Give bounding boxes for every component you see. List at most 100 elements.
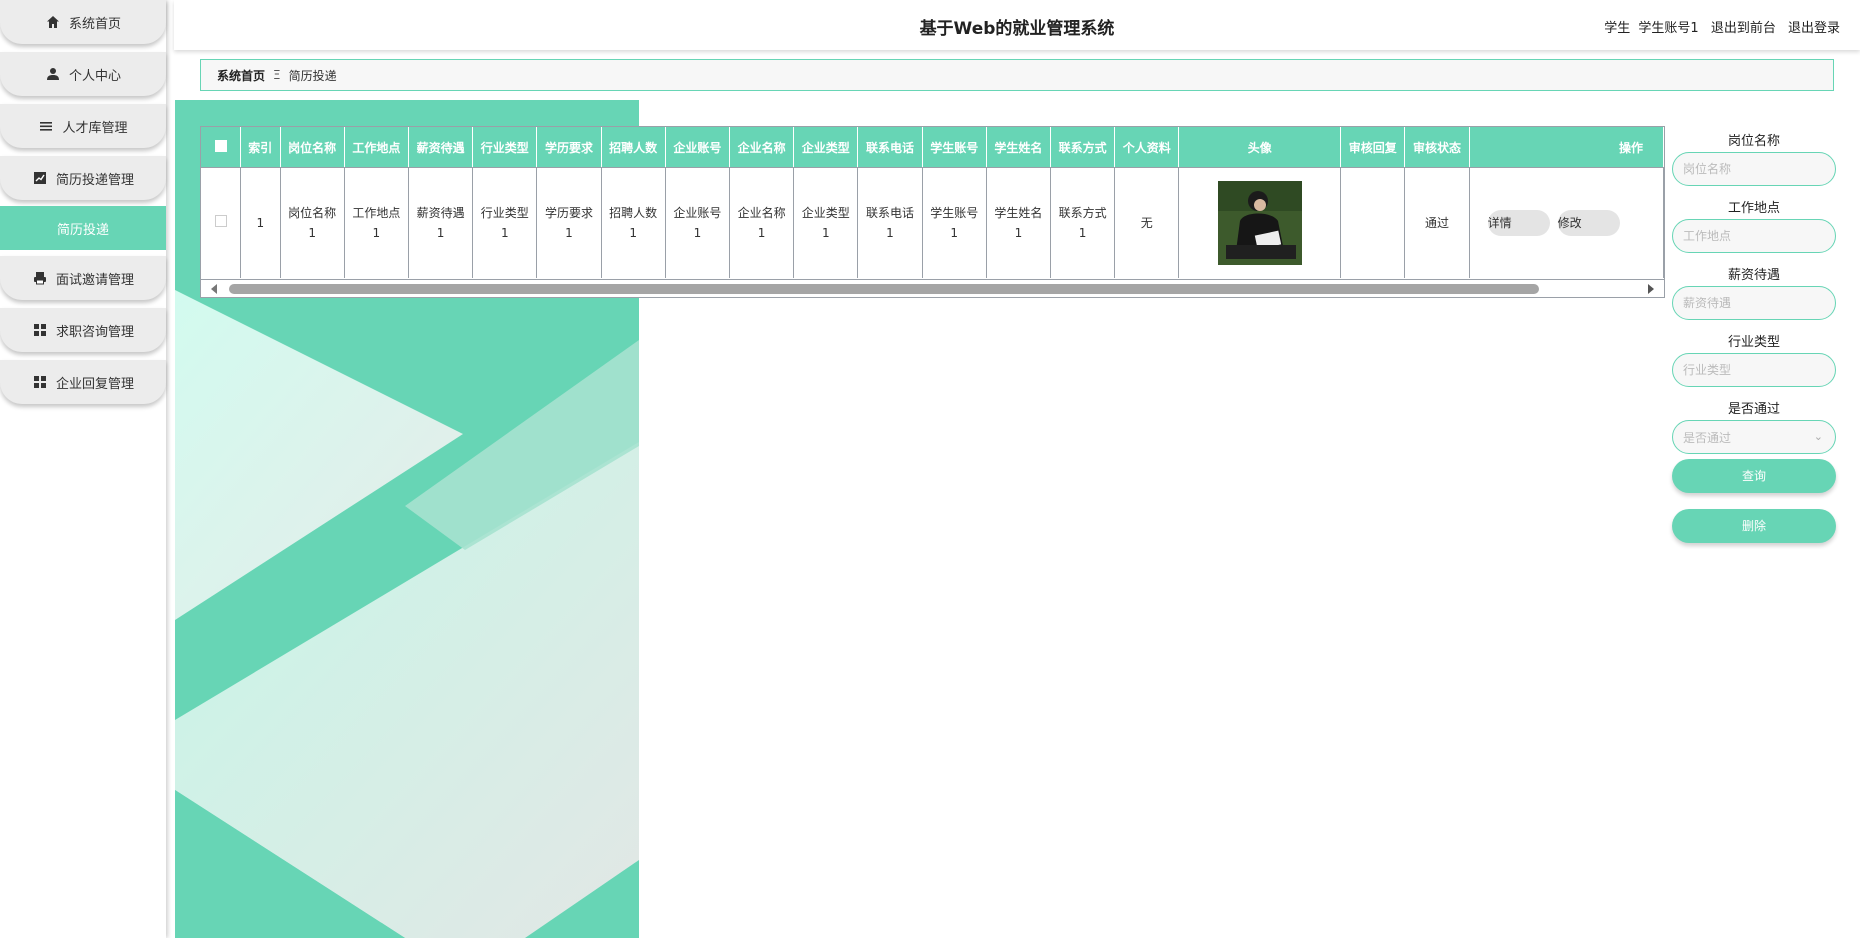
home-icon xyxy=(45,14,61,30)
resume-table: 索引 岗位名称 工作地点 薪资待遇 行业类型 学历要求 招聘人数 企业账号 企业… xyxy=(200,126,1665,298)
location-input[interactable] xyxy=(1672,219,1836,253)
cell-index: 1 xyxy=(240,167,281,278)
column-header: 审核状态 xyxy=(1404,127,1470,168)
column-header: 招聘人数 xyxy=(601,127,666,168)
delete-button[interactable]: 删除 xyxy=(1672,509,1836,543)
user-icon xyxy=(45,66,61,82)
grid-icon xyxy=(32,374,48,390)
industry-input[interactable] xyxy=(1672,353,1836,387)
breadcrumb-current: 简历投递 xyxy=(288,68,337,83)
breadcrumb-separator: Ξ xyxy=(273,68,281,82)
horizontal-scrollbar[interactable] xyxy=(201,279,1664,297)
passed-select-placeholder: 是否通过 xyxy=(1683,430,1732,445)
chevron-down-icon: ⌄ xyxy=(1813,430,1823,443)
search-panel: 岗位名称 工作地点 薪资待遇 行业类型 是否通过 是否通过 ⌄ 查询 删除 xyxy=(1672,132,1836,543)
sidebar-item-label: 人才库管理 xyxy=(62,120,128,136)
query-button[interactable]: 查询 xyxy=(1672,459,1836,493)
sidebar-item-label: 面试邀请管理 xyxy=(55,272,134,288)
cell-actions: 详情 修改 xyxy=(1469,167,1664,278)
cell-review-status: 通过 xyxy=(1404,167,1470,278)
scroll-right-icon[interactable] xyxy=(1648,284,1654,294)
header-select-all[interactable] xyxy=(201,127,242,168)
sidebar-item-label: 企业回复管理 xyxy=(55,376,134,392)
cell-location: 工作地点 1 xyxy=(344,167,409,278)
column-header: 岗位名称 xyxy=(280,127,345,168)
column-header: 学生姓名 xyxy=(986,127,1052,168)
breadcrumb: 系统首页 Ξ 简历投递 xyxy=(200,59,1834,91)
grid-icon xyxy=(32,322,48,338)
cell-avatar xyxy=(1178,167,1342,278)
sidebar-item-company-reply[interactable]: 企业回复管理 xyxy=(0,360,166,404)
list-icon xyxy=(38,118,54,134)
logout-link[interactable]: 退出登录 xyxy=(1788,21,1840,36)
cell-review-reply xyxy=(1340,167,1406,278)
passed-select[interactable]: 是否通过 ⌄ xyxy=(1672,420,1836,454)
cell-company-name: 企业名称 1 xyxy=(729,167,795,278)
sidebar-item-resume-management[interactable]: 简历投递管理 xyxy=(0,156,166,200)
detail-button[interactable]: 详情 xyxy=(1487,210,1550,236)
scroll-left-icon[interactable] xyxy=(211,284,217,294)
cell-profile: 无 xyxy=(1114,167,1180,278)
edit-button[interactable]: 修改 xyxy=(1557,210,1620,236)
sidebar-item-home[interactable]: 系统首页 xyxy=(0,0,166,44)
column-header: 联系电话 xyxy=(857,127,923,168)
sidebar-item-label: 简历投递 xyxy=(56,222,109,238)
sidebar-item-job-consult[interactable]: 求职咨询管理 xyxy=(0,308,166,352)
cell-student-name: 学生姓名 1 xyxy=(986,167,1052,278)
user-account: 学生账号1 xyxy=(1638,21,1699,36)
user-bar: 学生 学生账号1 退出到前台 退出登录 xyxy=(1604,17,1840,36)
sidebar-item-label: 简历投递管理 xyxy=(55,172,134,188)
job-name-input[interactable] xyxy=(1672,152,1836,186)
column-header: 企业类型 xyxy=(793,127,859,168)
cell-student-account: 学生账号 1 xyxy=(922,167,987,278)
table-row: 1 岗位名称 1 工作地点 1 薪资待遇 1 行业类型 1 学历要求 1 招聘人数 1 企业… xyxy=(201,167,1664,278)
printer-icon xyxy=(32,270,48,286)
search-label-job: 岗位名称 xyxy=(1727,134,1780,149)
column-header: 头像 xyxy=(1178,127,1342,168)
column-header: 个人资料 xyxy=(1114,127,1180,168)
table-header-row: 索引 岗位名称 工作地点 薪资待遇 行业类型 学历要求 招聘人数 企业账号 企业… xyxy=(201,127,1664,168)
search-label-salary: 薪资待遇 xyxy=(1727,268,1780,283)
column-header: 企业名称 xyxy=(729,127,795,168)
row-checkbox[interactable] xyxy=(214,215,227,227)
column-header: 操作 xyxy=(1469,127,1664,168)
to-front-link[interactable]: 退出到前台 xyxy=(1711,21,1776,36)
search-label-passed: 是否通过 xyxy=(1727,402,1780,417)
search-label-industry: 行业类型 xyxy=(1727,335,1780,350)
sidebar-item-interview-invitation[interactable]: 面试邀请管理 xyxy=(0,256,166,300)
data-grid: 索引 岗位名称 工作地点 薪资待遇 行业类型 学历要求 招聘人数 企业账号 企业… xyxy=(201,127,1664,278)
select-all-checkbox[interactable] xyxy=(214,139,227,152)
cell-contact: 联系方式 1 xyxy=(1050,167,1116,278)
column-header: 学生账号 xyxy=(922,127,987,168)
sidebar-item-resume-submit[interactable]: 简历投递 xyxy=(0,206,166,250)
cell-headcount: 招聘人数 1 xyxy=(601,167,666,278)
sidebar-item-label: 个人中心 xyxy=(68,68,121,84)
cell-salary: 薪资待遇 1 xyxy=(408,167,474,278)
sidebar-item-label: 求职咨询管理 xyxy=(55,324,134,340)
chart-icon xyxy=(32,170,48,186)
column-header: 企业账号 xyxy=(665,127,730,168)
cell-job-name: 岗位名称 1 xyxy=(280,167,345,278)
column-header: 审核回复 xyxy=(1340,127,1406,168)
sidebar-item-talent-pool[interactable]: 人才库管理 xyxy=(0,104,166,148)
column-header: 薪资待遇 xyxy=(408,127,474,168)
sidebar-item-personal-center[interactable]: 个人中心 xyxy=(0,52,166,96)
salary-input[interactable] xyxy=(1672,286,1836,320)
sidebar: 系统首页 个人中心 人才库管理 简历投递管理 简历投递 面试邀请管理 求职咨询管… xyxy=(0,0,166,938)
cell-industry: 行业类型 1 xyxy=(472,167,538,278)
column-header: 工作地点 xyxy=(344,127,409,168)
cell-company-type: 企业类型 1 xyxy=(793,167,859,278)
row-select-cell[interactable] xyxy=(201,167,242,278)
column-header: 学历要求 xyxy=(536,127,602,168)
scrollbar-thumb[interactable] xyxy=(229,284,1539,294)
cell-company-account: 企业账号 1 xyxy=(665,167,730,278)
cell-phone: 联系电话 1 xyxy=(857,167,923,278)
search-label-location: 工作地点 xyxy=(1727,201,1780,216)
user-role: 学生 xyxy=(1604,21,1631,36)
column-header: 索引 xyxy=(240,127,281,168)
top-header: 基于Web的就业管理系统 学生 学生账号1 退出到前台 退出登录 xyxy=(174,0,1860,50)
breadcrumb-home[interactable]: 系统首页 xyxy=(217,67,265,84)
sidebar-item-label: 系统首页 xyxy=(68,16,121,32)
column-header: 行业类型 xyxy=(472,127,538,168)
column-header: 联系方式 xyxy=(1050,127,1116,168)
